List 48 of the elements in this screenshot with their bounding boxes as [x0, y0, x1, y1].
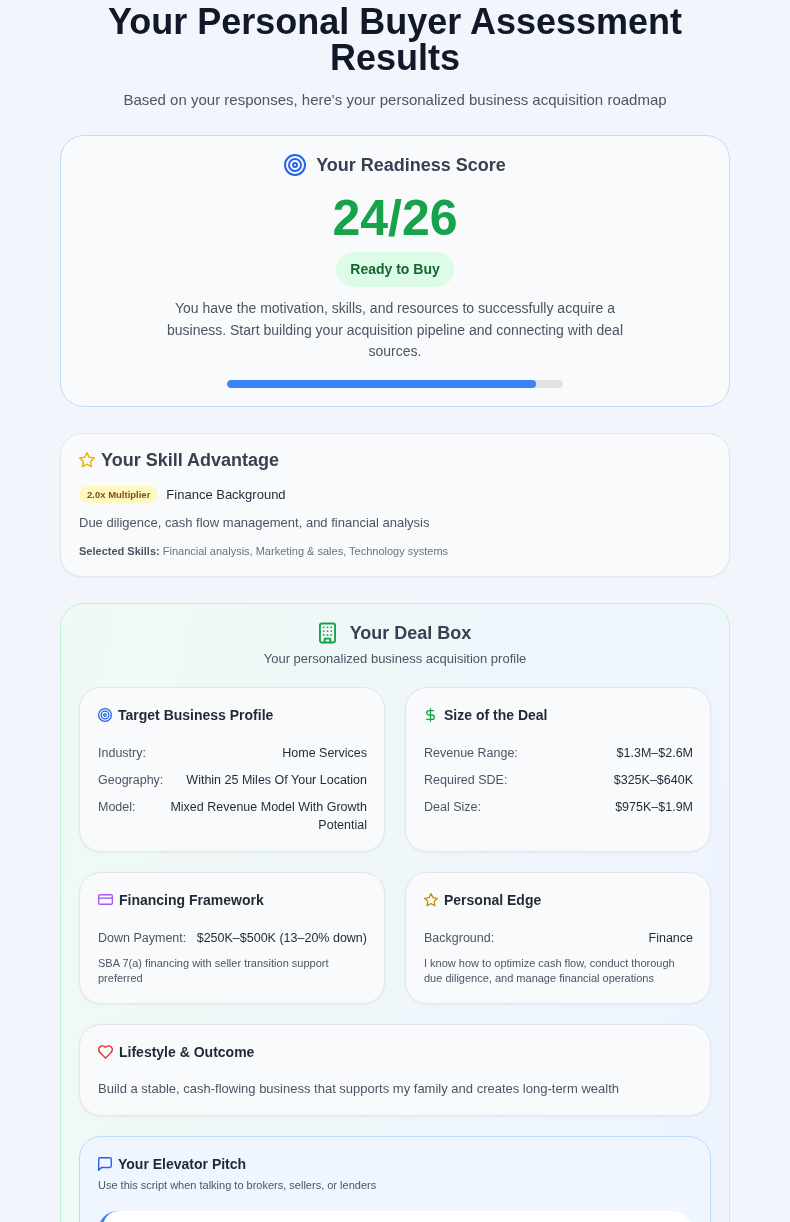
card-title: Financing Framework: [119, 890, 264, 910]
page-subtitle: Based on your responses, here's your personalized business acquisition roadmap: [122, 90, 668, 110]
row-label: Geography:: [98, 771, 164, 789]
star-icon: [79, 451, 95, 468]
card-title: Your Readiness Score: [316, 154, 506, 177]
row-label: Down Payment:: [98, 929, 187, 947]
lifestyle-text: Build a stable, cash-flowing business that supports my family and creates long-term wealth: [98, 1079, 620, 1098]
dollar-icon: [426, 707, 435, 722]
row-value: Home Services: [282, 744, 367, 762]
card-note: I know how to optimize cash flow, conduct thorough due diligence, and manage financial operations: [424, 955, 676, 986]
row-value: Finance: [648, 929, 693, 947]
section-title: Your Deal Box: [349, 621, 472, 645]
row-label: Revenue Range:: [424, 744, 518, 762]
score-description: You have the motivation, skills, and resources to successfully acquire a business. Start building your acquisition pipeline and connecting with deal sources.: [165, 299, 625, 361]
row-value: Within 25 Miles Of Your Location: [186, 771, 367, 789]
skill-background: Finance Background: [166, 487, 286, 502]
target-icon: [98, 707, 112, 722]
row-label: Industry:: [98, 744, 146, 762]
card-note: SBA 7(a) financing with seller transition support preferred: [98, 955, 330, 986]
building-icon: [318, 621, 336, 644]
row-value: $325K–$640K: [613, 771, 693, 789]
row-label: Deal Size:: [424, 798, 481, 816]
card-title: Personal Edge: [444, 890, 542, 910]
card-title: Your Elevator Pitch: [118, 1154, 247, 1174]
star-icon: [424, 892, 438, 907]
row-value: $975K–$1.9M: [615, 798, 693, 816]
skill-description: Due diligence, cash flow management, and financial analysis: [79, 513, 431, 532]
credit-card-icon: [98, 894, 113, 905]
row-value: $1.3M–$2.6M: [616, 744, 693, 762]
pitch-subtitle: Use this script when talking to brokers, sellers, or lenders: [98, 1177, 378, 1193]
row-label: Required SDE:: [424, 771, 508, 789]
row-value: $250K–$500K (13–20% down): [196, 929, 367, 947]
card-title: Size of the Deal: [444, 705, 548, 725]
card-title: Lifestyle & Outcome: [119, 1042, 255, 1062]
card-title: Target Business Profile: [118, 705, 274, 725]
row-label: Background:: [424, 929, 495, 947]
chat-icon: [98, 1156, 112, 1171]
selected-skills: Selected Skills: Financial analysis, Marketing & sales, Technology systems: [79, 543, 450, 559]
page-title: Your Personal Buyer Assessment Results: [106, 4, 684, 76]
card-title: Your Skill Advantage: [101, 448, 280, 472]
target-icon: [284, 154, 307, 176]
multiplier-badge: 2.0x Multiplier: [79, 486, 159, 503]
section-subtitle: Your personalized business acquisition profile: [262, 649, 528, 668]
row-value: Mixed Revenue Model With Growth Potential: [169, 798, 367, 834]
status-badge: Ready to Buy: [336, 252, 454, 287]
row-label: Model:: [98, 798, 136, 816]
heart-icon: [98, 1044, 113, 1059]
score-value: 24/26: [331, 190, 459, 246]
